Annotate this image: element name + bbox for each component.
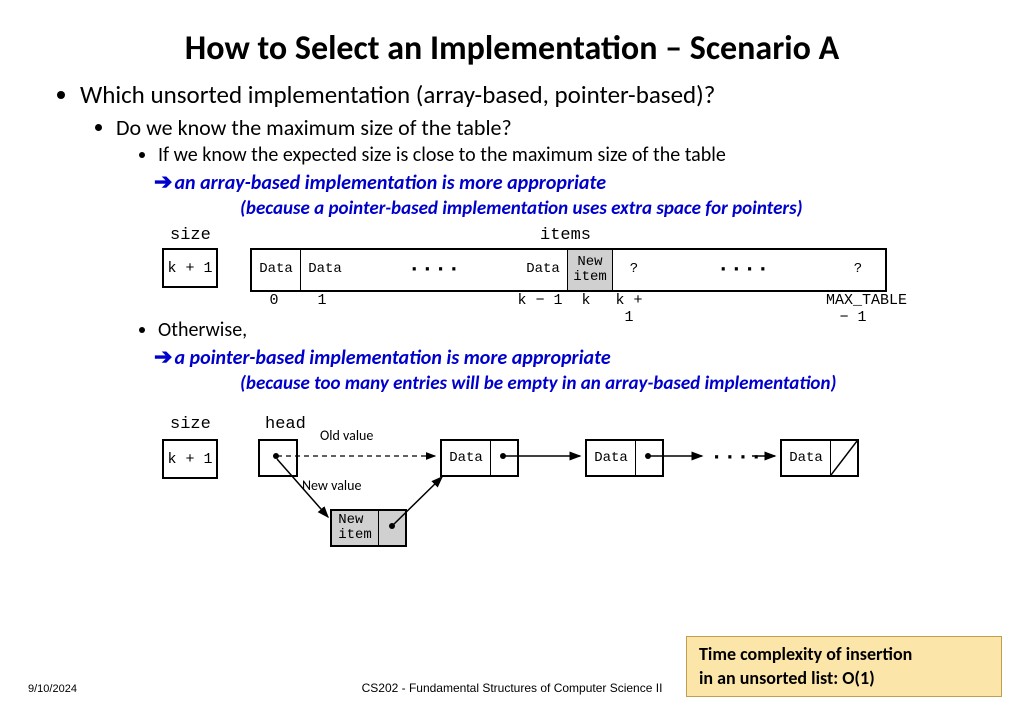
size-box2: k + 1 [162, 439, 218, 479]
items-label: items [540, 226, 591, 245]
complexity-callout: Time complexity of insertion in an unsor… [686, 636, 1002, 697]
pointer-dot [645, 453, 651, 459]
array-cell: Data [301, 250, 349, 290]
head-label: head [265, 415, 306, 434]
pointer-dot [389, 523, 395, 529]
answer2-row: ➔ a pointer-based implementation is more… [40, 344, 974, 370]
arrow-icon: ➔ [154, 344, 172, 370]
array-cell-label: k [564, 292, 608, 326]
array-cell-label: 1 [298, 292, 346, 326]
bullet-sub-question: Do we know the maximum size of the table… [116, 114, 974, 141]
cell-labels: 01 k − 1kk + 1 MAX_TABLE − 1 [250, 292, 880, 326]
data-node-last: Data [780, 439, 859, 477]
bullet-main-question: Which unsorted implementation (array-bas… [80, 79, 974, 110]
pointer-dot [500, 453, 506, 459]
reason2: (because too many entries will be empty … [40, 372, 974, 395]
array-cell: Data [519, 250, 568, 290]
complexity-line1: Time complexity of insertion [699, 643, 989, 666]
array-cell: New item [568, 250, 613, 290]
content-area: Which unsorted implementation (array-bas… [0, 79, 1024, 554]
data-node: Data [440, 439, 519, 477]
size-label: size [170, 226, 211, 245]
array-strip: DataData····DataNew item?····? [250, 248, 887, 292]
slide-title: How to Select an Implementation – Scenar… [0, 0, 1024, 79]
answer1-row: ➔ an array-based implementation is more … [40, 169, 974, 195]
reason1: (because a pointer-based implementation … [40, 197, 974, 220]
array-cell: Data [252, 250, 301, 290]
answer1-text: an array-based implementation is more ap… [174, 171, 606, 195]
linked-diagram: size head k + 1 New item Data Data [40, 399, 974, 554]
array-cell: ? [613, 250, 655, 290]
complexity-line2: in an unsorted list: O(1) [699, 667, 989, 690]
size-label2: size [170, 415, 211, 434]
array-cell: ···· [349, 250, 519, 290]
old-value-label: Old value [320, 427, 373, 444]
size-box: k + 1 [162, 248, 218, 288]
new-item-node: New item [330, 509, 407, 547]
array-cell: ···· [655, 250, 831, 290]
array-cell-label: 0 [250, 292, 298, 326]
arrow-icon: ➔ [154, 169, 172, 195]
data-node: Data [585, 439, 664, 477]
ellipsis: ···· [710, 445, 763, 470]
array-cell-label [650, 292, 826, 326]
array-cell-label: k + 1 [608, 292, 650, 326]
array-cell-label [346, 292, 516, 326]
array-cell-label: MAX_TABLE − 1 [826, 292, 880, 326]
array-diagram: size k + 1 items DataData····DataNew ite… [40, 226, 974, 336]
pointer-dot [273, 453, 279, 459]
array-cell: ? [831, 250, 885, 290]
array-cell-label: k − 1 [516, 292, 564, 326]
bullet-case1: If we know the expected size is close to… [158, 143, 974, 167]
slide: How to Select an Implementation – Scenar… [0, 0, 1024, 709]
new-value-label: New value [302, 477, 361, 494]
answer2-text: a pointer-based implementation is more a… [174, 346, 610, 370]
